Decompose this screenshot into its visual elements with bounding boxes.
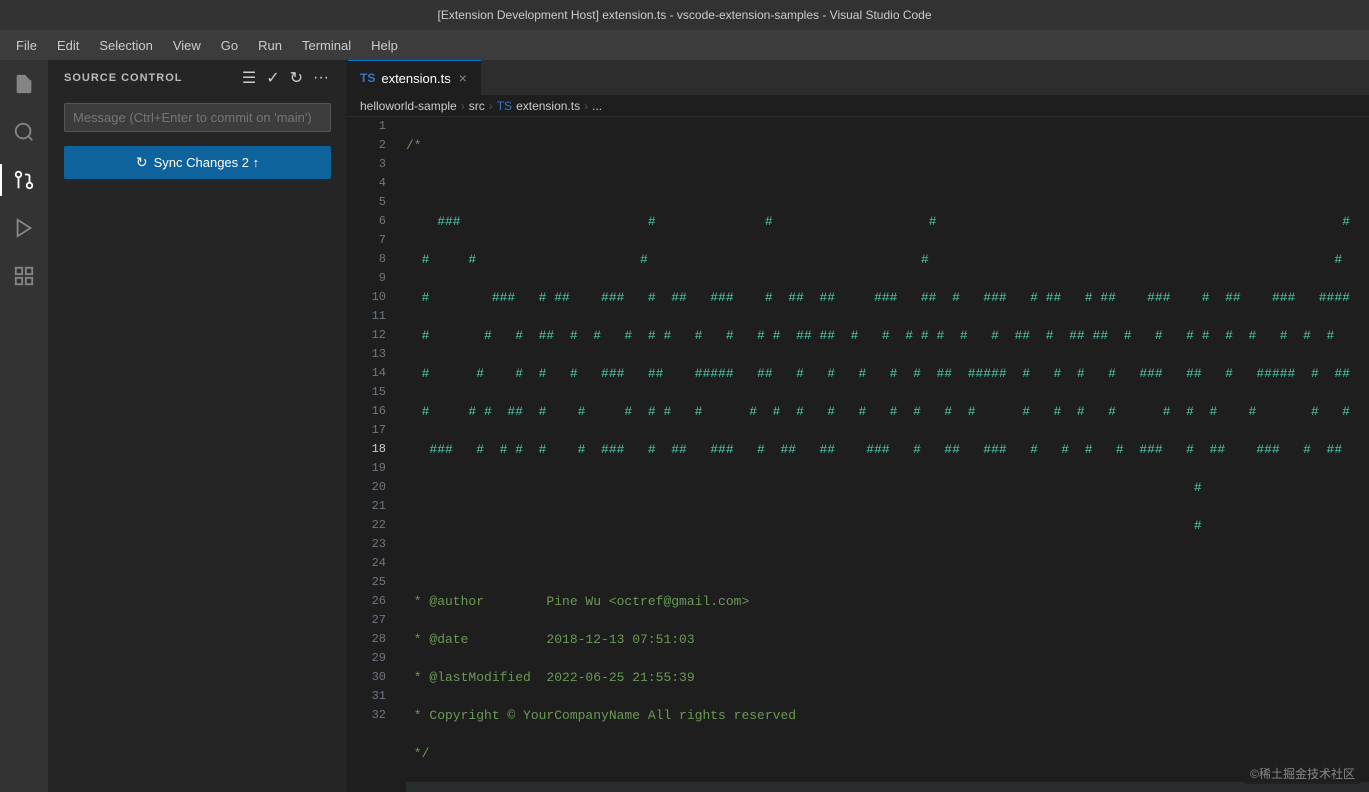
line-7: 7: [348, 231, 386, 250]
line-12: 12: [348, 326, 386, 345]
sidebar-action-commit[interactable]: ✓: [264, 66, 281, 90]
sidebar-actions: ☰ ✓ ↻ ···: [240, 66, 331, 90]
line-26: 26: [348, 592, 386, 611]
code-editor[interactable]: 1 2 3 4 5 6 7 8 9 10 11 12 13 14 15 16 1…: [348, 117, 1369, 792]
code-line-7: # # # # # ### ## ##### ## # # # # # ## #…: [406, 364, 1369, 383]
line-15: 15: [348, 383, 386, 402]
tab-bar: TS extension.ts ×: [348, 60, 1369, 95]
tab-close-button[interactable]: ×: [457, 68, 469, 88]
line-13: 13: [348, 345, 386, 364]
line-4: 4: [348, 174, 386, 193]
line-18: 18: [348, 440, 386, 459]
code-line-6: # # # ## # # # # # # # # # ## ## # # # #…: [406, 326, 1369, 345]
activity-bar: [0, 60, 48, 792]
tab-filename: extension.ts: [381, 71, 450, 86]
ts-icon: TS: [360, 71, 375, 85]
breadcrumb-more[interactable]: ...: [592, 99, 602, 113]
menu-terminal[interactable]: Terminal: [294, 34, 359, 57]
line-9: 9: [348, 269, 386, 288]
line-numbers: 1 2 3 4 5 6 7 8 9 10 11 12 13 14 15 16 1…: [348, 117, 398, 792]
code-line-15: * @lastModified 2022-06-25 21:55:39: [406, 668, 1369, 687]
line-3: 3: [348, 155, 386, 174]
line-27: 27: [348, 611, 386, 630]
code-line-1: /*: [406, 136, 1369, 155]
code-line-18: [406, 782, 1369, 792]
sidebar-action-more[interactable]: ···: [311, 67, 331, 89]
commit-message-input[interactable]: [64, 103, 331, 132]
code-line-14: * @date 2018-12-13 07:51:03: [406, 630, 1369, 649]
activity-debug[interactable]: [0, 204, 48, 252]
activity-extensions[interactable]: [0, 252, 48, 300]
line-23: 23: [348, 535, 386, 554]
line-24: 24: [348, 554, 386, 573]
breadcrumb-src[interactable]: src: [469, 99, 485, 113]
code-line-10: #: [406, 478, 1369, 497]
code-line-4: # # # # #: [406, 250, 1369, 269]
title-bar: [Extension Development Host] extension.t…: [0, 0, 1369, 30]
sidebar-title: SOURCE CONTROL: [64, 72, 183, 84]
breadcrumb-project[interactable]: helloworld-sample: [360, 99, 457, 113]
sync-changes-button[interactable]: ↻ Sync Changes 2 ↑: [64, 146, 331, 179]
code-line-17: */: [406, 744, 1369, 763]
main-layout: SOURCE CONTROL ☰ ✓ ↻ ··· ↻ Sync Changes …: [0, 60, 1369, 792]
line-28: 28: [348, 630, 386, 649]
line-31: 31: [348, 687, 386, 706]
sidebar-action-refresh[interactable]: ↻: [288, 66, 305, 90]
line-10: 10: [348, 288, 386, 307]
menu-selection[interactable]: Selection: [91, 34, 160, 57]
editor-area: TS extension.ts × helloworld-sample › sr…: [348, 60, 1369, 792]
title-text: [Extension Development Host] extension.t…: [437, 8, 931, 22]
activity-explorer[interactable]: [0, 60, 48, 108]
sidebar-action-checkall[interactable]: ☰: [240, 66, 258, 90]
line-2: 2: [348, 136, 386, 155]
line-20: 20: [348, 478, 386, 497]
menu-go[interactable]: Go: [213, 34, 246, 57]
line-29: 29: [348, 649, 386, 668]
editor-tab-extension-ts[interactable]: TS extension.ts ×: [348, 60, 481, 95]
line-22: 22: [348, 516, 386, 535]
code-line-16: * Copyright © YourCompanyName All rights…: [406, 706, 1369, 725]
menu-run[interactable]: Run: [250, 34, 290, 57]
code-line-3: ### # # # #: [406, 212, 1369, 231]
breadcrumb: helloworld-sample › src › TS extension.t…: [348, 95, 1369, 117]
code-line-2: [406, 174, 1369, 193]
menu-bar: File Edit Selection View Go Run Terminal…: [0, 30, 1369, 60]
sync-button-label: Sync Changes 2 ↑: [154, 155, 260, 170]
line-11: 11: [348, 307, 386, 326]
code-line-12: [406, 554, 1369, 573]
menu-file[interactable]: File: [8, 34, 45, 57]
line-32: 32: [348, 706, 386, 725]
code-line-5: # ### # ## ### # ## ### # ## ## ### ## #…: [406, 288, 1369, 307]
code-line-13: * @author Pine Wu <octref@gmail.com>: [406, 592, 1369, 611]
breadcrumb-file[interactable]: TS: [497, 99, 512, 113]
sidebar-header: SOURCE CONTROL ☰ ✓ ↻ ···: [48, 60, 347, 95]
line-14: 14: [348, 364, 386, 383]
line-17: 17: [348, 421, 386, 440]
code-line-11: #: [406, 516, 1369, 535]
activity-git[interactable]: [0, 156, 48, 204]
sync-icon: ↻: [136, 154, 148, 171]
code-line-8: # # # ## # # # # # # # # # # # # # # # #…: [406, 402, 1369, 421]
line-19: 19: [348, 459, 386, 478]
activity-search[interactable]: [0, 108, 48, 156]
menu-view[interactable]: View: [165, 34, 209, 57]
breadcrumb-filename[interactable]: extension.ts: [516, 99, 580, 113]
sidebar: SOURCE CONTROL ☰ ✓ ↻ ··· ↻ Sync Changes …: [48, 60, 348, 792]
commit-input-area: [48, 95, 347, 140]
menu-edit[interactable]: Edit: [49, 34, 87, 57]
line-30: 30: [348, 668, 386, 687]
line-6: 6: [348, 212, 386, 231]
line-16: 16: [348, 402, 386, 421]
line-21: 21: [348, 497, 386, 516]
menu-help[interactable]: Help: [363, 34, 406, 57]
line-5: 5: [348, 193, 386, 212]
line-25: 25: [348, 573, 386, 592]
code-content[interactable]: /* ### # # # # # # # #: [398, 117, 1369, 792]
line-8: 8: [348, 250, 386, 269]
code-line-9: ### # # # # # ### # ## ### # ## ## ### #…: [406, 440, 1369, 459]
line-1: 1: [348, 117, 386, 136]
